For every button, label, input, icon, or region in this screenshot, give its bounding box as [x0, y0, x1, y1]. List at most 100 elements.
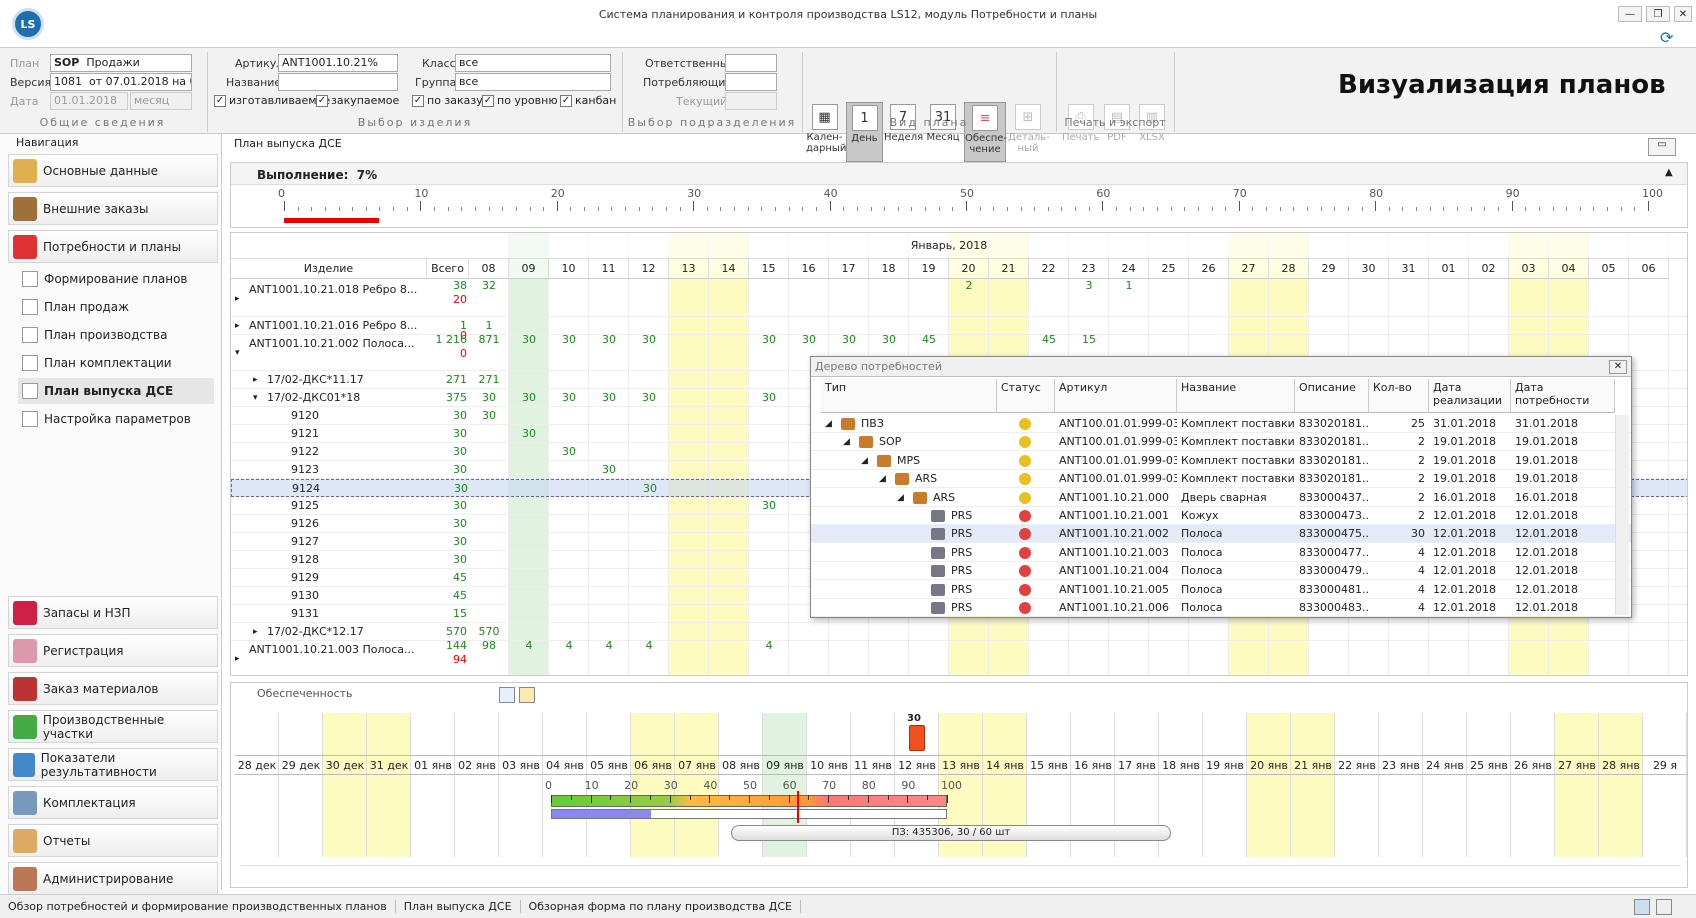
nav-sub-production-plan[interactable]: План производства: [22, 322, 167, 348]
day-value[interactable]: 30: [509, 425, 549, 443]
tree-row[interactable]: ◢ ARS ANT100.01.01.999-03 Комплект поставки…: [811, 470, 1631, 489]
table-row[interactable]: ▸ ANT1001.10.21.003 Полоса... 144 94 4 4 4 4 98 4: [231, 639, 1687, 675]
day-value[interactable]: 15: [1069, 331, 1109, 349]
column-header-day[interactable]: 27: [1229, 259, 1269, 279]
tree-row[interactable]: PRS ANT1001.10.21.005 Полоса 833000481... 4 1…: [811, 581, 1631, 599]
column-header-day[interactable]: 14: [709, 259, 749, 279]
day-value[interactable]: 2: [629, 673, 669, 675]
column-header-day[interactable]: 11: [589, 259, 629, 279]
column-header-day[interactable]: 25: [1149, 259, 1189, 279]
date-field[interactable]: 01.01.2018: [50, 92, 128, 110]
column-header-day[interactable]: 31: [1389, 259, 1429, 279]
day-value[interactable]: 2: [509, 673, 549, 675]
nav-sub-kit-plan[interactable]: План комплектации: [22, 350, 172, 376]
day-value[interactable]: 2: [949, 277, 989, 295]
nav-material-orders[interactable]: Заказ материалов: [8, 672, 218, 705]
popup-column-header[interactable]: Статус: [997, 379, 1055, 413]
consumer-select[interactable]: [725, 73, 777, 91]
day-value[interactable]: 4: [589, 637, 629, 655]
day-value[interactable]: 30: [589, 331, 629, 349]
view-day-button[interactable]: 1 День: [846, 102, 883, 162]
manufactured-checkbox[interactable]: ✓ изготавливаемое: [214, 94, 330, 107]
collapse-icon[interactable]: ▲: [1665, 167, 1673, 178]
day-value[interactable]: 4: [509, 637, 549, 655]
column-header-day[interactable]: 23: [1069, 259, 1109, 279]
popup-column-header[interactable]: Название: [1177, 379, 1295, 413]
column-header-day[interactable]: 21: [989, 259, 1029, 279]
layout-split-icon[interactable]: [1634, 899, 1650, 915]
day-value[interactable]: 1: [1109, 277, 1149, 295]
day-value[interactable]: 63: [469, 673, 509, 675]
xlsx-export-button[interactable]: ▥ XLSX: [1134, 102, 1170, 162]
nav-sub-dse-release-plan[interactable]: План выпуска ДСЕ: [18, 378, 214, 404]
chart-view-icon[interactable]: [519, 687, 535, 703]
column-header-day[interactable]: 03: [1509, 259, 1549, 279]
day-value[interactable]: 271: [469, 371, 509, 389]
day-value[interactable]: 45: [1029, 331, 1069, 349]
needs-tree-popup[interactable]: Дерево потребностей ✕ Тип Статус Артикул На…: [810, 356, 1632, 618]
popup-scrollbar[interactable]: [1615, 415, 1629, 615]
day-value[interactable]: 30: [749, 497, 789, 515]
view-month-button[interactable]: 31 Месяц: [924, 102, 962, 162]
column-header-day[interactable]: 20: [949, 259, 989, 279]
period-select[interactable]: месяц: [130, 92, 192, 110]
day-value[interactable]: 30: [749, 331, 789, 349]
day-value[interactable]: 30: [630, 480, 670, 498]
expand-icon[interactable]: ▸: [253, 371, 258, 389]
nav-kpi[interactable]: Показатели результативности: [8, 748, 218, 781]
order-checkbox[interactable]: ✓ по заказу: [412, 94, 483, 107]
tree-row[interactable]: PRS ANT1001.10.21.006 Полоса 833000483... 4 1…: [811, 599, 1631, 617]
column-header-day[interactable]: 29: [1309, 259, 1349, 279]
day-value[interactable]: 4: [749, 637, 789, 655]
day-value[interactable]: 871: [469, 331, 509, 349]
tree-row[interactable]: PRS ANT1001.10.21.001 Кожух 833000473... 2 12…: [811, 507, 1631, 525]
column-header-day[interactable]: 24: [1109, 259, 1149, 279]
column-header-day[interactable]: 06: [1629, 259, 1669, 279]
column-header-day[interactable]: 26: [1189, 259, 1229, 279]
view-supply-button[interactable]: ≡ Обеспе-чение: [964, 102, 1007, 162]
day-value[interactable]: 45: [909, 331, 949, 349]
version-select[interactable]: 1081 от 07.01.2018 на 0(: [50, 73, 192, 91]
day-value[interactable]: 3: [1029, 673, 1069, 675]
tree-row[interactable]: ◢ ПВЗ ANT100.01.01.999-03 Комплект поставки…: [811, 415, 1631, 433]
popup-column-header[interactable]: Дата реализации: [1429, 379, 1511, 413]
layout-full-icon[interactable]: [1656, 899, 1672, 915]
day-value[interactable]: 2: [869, 673, 909, 675]
day-value[interactable]: 30: [469, 389, 509, 407]
column-header-day[interactable]: 17: [829, 259, 869, 279]
day-value[interactable]: 4: [629, 637, 669, 655]
column-header-day[interactable]: 05: [1589, 259, 1629, 279]
kanban-checkbox[interactable]: ✓ канбан: [560, 94, 616, 107]
view-week-button[interactable]: 7 Неделя: [884, 102, 923, 162]
day-value[interactable]: 30: [509, 389, 549, 407]
column-header-day[interactable]: 10: [549, 259, 589, 279]
day-value[interactable]: 30: [589, 461, 629, 479]
column-header-day[interactable]: 30: [1349, 259, 1389, 279]
popup-column-header[interactable]: Кол-во: [1369, 379, 1429, 413]
day-value[interactable]: 2: [589, 673, 629, 675]
day-value[interactable]: 30: [589, 389, 629, 407]
view-calendar-button[interactable]: ▦ Кален-дарный: [806, 102, 846, 162]
column-header-day[interactable]: 15: [749, 259, 789, 279]
close-button[interactable]: ✕: [1674, 6, 1692, 22]
layout-toggle-button[interactable]: ▭: [1648, 138, 1676, 156]
current-select[interactable]: [725, 92, 777, 110]
day-value[interactable]: 2: [829, 673, 869, 675]
purchased-checkbox[interactable]: ✓ закупаемое: [316, 94, 399, 107]
column-header-day[interactable]: 18: [869, 259, 909, 279]
expand-icon[interactable]: ▸: [235, 317, 240, 335]
column-header-day[interactable]: 12: [629, 259, 669, 279]
nav-sub-settings[interactable]: Настройка параметров: [22, 406, 191, 432]
nav-registration[interactable]: Регистрация: [8, 634, 218, 667]
supply-scrollbar[interactable]: [241, 865, 1681, 877]
column-header-day[interactable]: 28: [1269, 259, 1309, 279]
restore-button[interactable]: ❐: [1646, 6, 1670, 22]
tree-row[interactable]: PRS ANT1001.10.21.002 Полоса 833000475... 30…: [811, 525, 1631, 544]
nav-needs-plans[interactable]: Потребности и планы: [8, 230, 218, 263]
column-header-day[interactable]: 09: [509, 259, 549, 279]
day-value[interactable]: 98: [469, 637, 509, 655]
day-value[interactable]: 30: [629, 331, 669, 349]
day-value[interactable]: 3: [909, 673, 949, 675]
column-header-day[interactable]: 13: [669, 259, 709, 279]
column-header-day[interactable]: 04: [1549, 259, 1589, 279]
